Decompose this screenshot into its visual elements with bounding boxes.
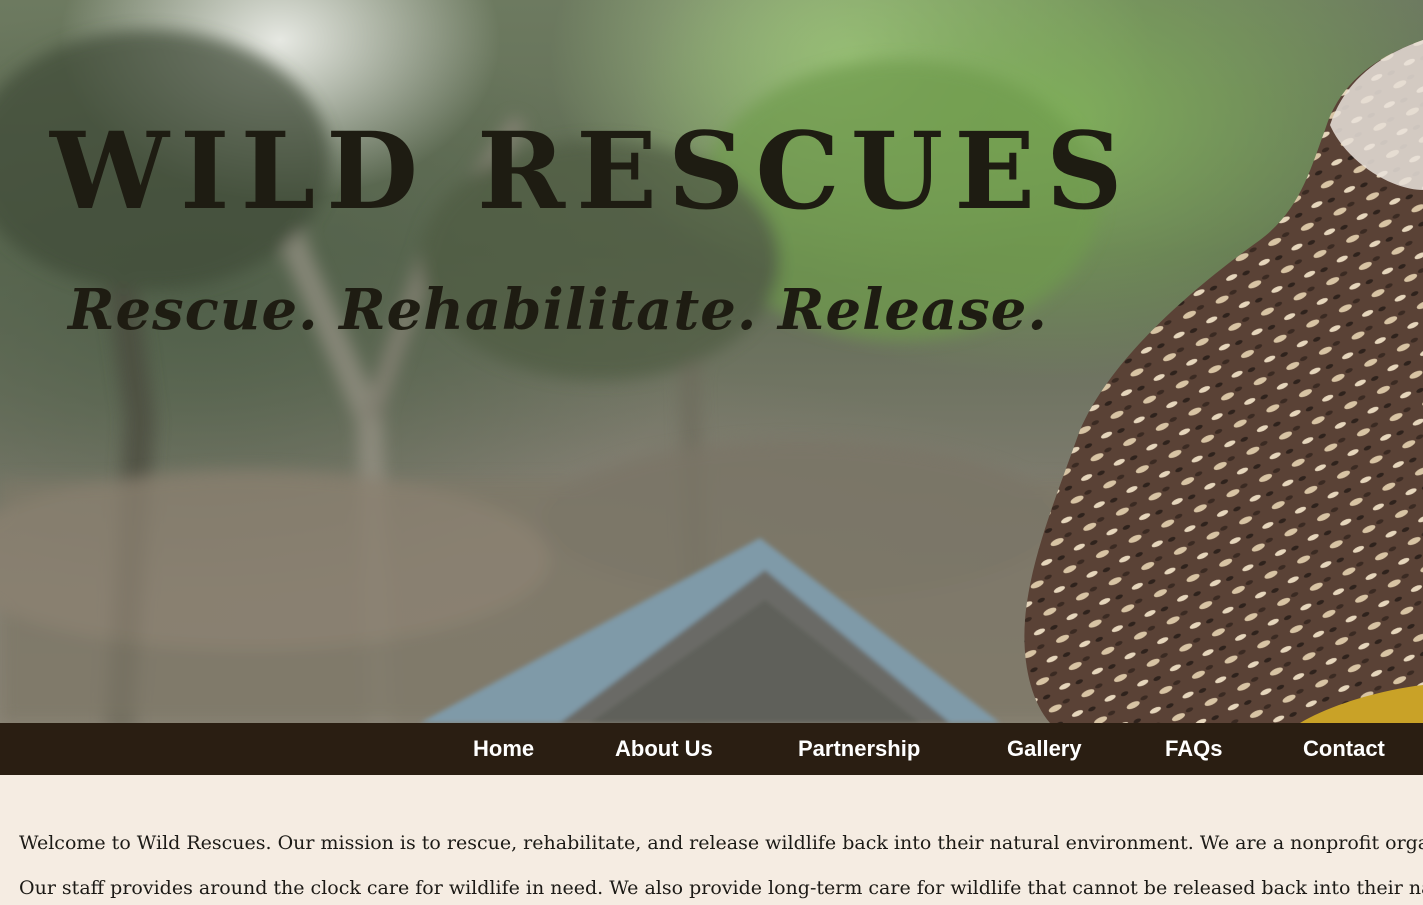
nav-item-about-us[interactable]: About Us <box>615 723 713 775</box>
nav-item-contact[interactable]: Contact <box>1303 723 1385 775</box>
main-content: Welcome to Wild Rescues. Our mission is … <box>0 775 1423 905</box>
staff-paragraph: Our staff provides around the clock care… <box>19 877 1423 899</box>
site-title: WILD RESCUES <box>50 108 1134 233</box>
hero-banner: WILD RESCUES Rescue. Rehabilitate. Relea… <box>0 0 1423 723</box>
nav-item-home[interactable]: Home <box>473 723 534 775</box>
nav-item-faqs[interactable]: FAQs <box>1165 723 1222 775</box>
nav-item-gallery[interactable]: Gallery <box>1007 723 1082 775</box>
main-navigation: Home About Us Partnership Gallery FAQs C… <box>0 723 1423 775</box>
site-tagline: Rescue. Rehabilitate. Release. <box>68 277 1048 343</box>
page: WILD RESCUES Rescue. Rehabilitate. Relea… <box>0 0 1423 905</box>
nav-item-partnership[interactable]: Partnership <box>798 723 920 775</box>
welcome-paragraph: Welcome to Wild Rescues. Our mission is … <box>19 832 1423 854</box>
